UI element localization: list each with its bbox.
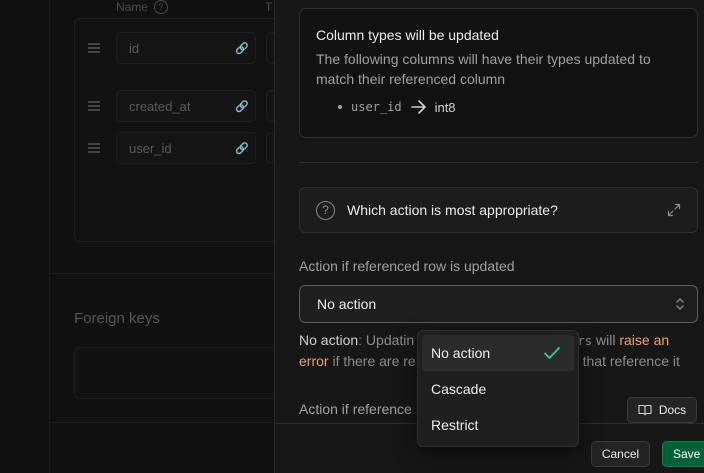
help-lead: No action <box>299 332 359 348</box>
help-text: : Updatin <box>358 332 415 348</box>
option-label: Restrict <box>431 417 479 433</box>
help-text: will <box>592 332 620 348</box>
drag-handle-icon[interactable] <box>88 101 100 111</box>
column-row: user_id 🔗 <box>74 130 286 170</box>
notice-description: The following columns will have their ty… <box>316 51 651 87</box>
option-cascade[interactable]: Cascade <box>422 371 574 407</box>
foreign-keys-title: Foreign keys <box>74 310 160 327</box>
help-text: if there are re <box>328 353 416 369</box>
app-root: Name ? T id 🔗 created_at 🔗 user_id 🔗 For… <box>0 0 704 473</box>
question-circle-icon: ? <box>316 200 335 220</box>
column-name: user_id <box>351 100 402 114</box>
docs-label: Docs <box>658 403 687 417</box>
option-label: No action <box>431 345 491 361</box>
divider <box>299 162 698 163</box>
type-update-notice: Column types will be updated The followi… <box>299 8 698 138</box>
arrow-right-icon <box>410 100 426 114</box>
accordion-label: Which action is most appropriate? <box>347 202 558 218</box>
action-help-accordion[interactable]: ? Which action is most appropriate? <box>299 187 698 233</box>
drag-handle-icon[interactable] <box>88 43 100 53</box>
column-row: created_at 🔗 <box>74 88 286 128</box>
help-warning: error <box>299 353 329 369</box>
book-icon <box>638 404 652 416</box>
column-row: id 🔗 <box>74 30 286 70</box>
columns-header-name: Name ? <box>116 0 169 14</box>
cancel-button[interactable]: Cancel <box>591 441 650 467</box>
foreign-keys-box <box>74 347 284 399</box>
section-divider <box>50 273 274 274</box>
header-name-label: Name <box>116 0 149 14</box>
help-warning: raise an <box>619 332 670 348</box>
link-icon[interactable]: 🔗 <box>235 42 249 55</box>
select-value: No action <box>317 296 377 312</box>
docs-button[interactable]: Docs <box>627 397 697 423</box>
expand-icon <box>667 203 681 217</box>
bullet-icon <box>338 105 342 109</box>
link-icon[interactable]: 🔗 <box>235 100 249 113</box>
columns-header-type: T <box>265 0 273 14</box>
option-no-action[interactable]: No action <box>422 335 574 371</box>
notice-title: Column types will be updated <box>316 27 499 43</box>
table-editor-background: Name ? T id 🔗 created_at 🔗 user_id 🔗 For… <box>0 0 286 473</box>
chevrons-up-down-icon <box>676 298 684 310</box>
new-type: int8 <box>434 99 456 115</box>
link-icon[interactable]: 🔗 <box>235 142 249 155</box>
action-dropdown-menu: No action Cascade Restrict <box>417 330 579 447</box>
notice-list-item: user_id int8 <box>316 98 681 116</box>
help-text: that reference it <box>578 353 680 369</box>
update-action-label: Action if referenced row is updated <box>299 258 515 274</box>
section-divider <box>50 422 274 423</box>
check-icon <box>544 347 560 359</box>
option-restrict[interactable]: Restrict <box>422 407 574 443</box>
update-action-select[interactable]: No action <box>299 285 698 323</box>
sidebar-edge <box>49 0 50 473</box>
save-button[interactable]: Save <box>662 441 704 467</box>
help-circle-icon: ? <box>154 0 169 14</box>
delete-action-label: Action if reference <box>299 401 412 417</box>
drag-handle-icon[interactable] <box>88 143 100 153</box>
option-label: Cascade <box>431 381 487 397</box>
